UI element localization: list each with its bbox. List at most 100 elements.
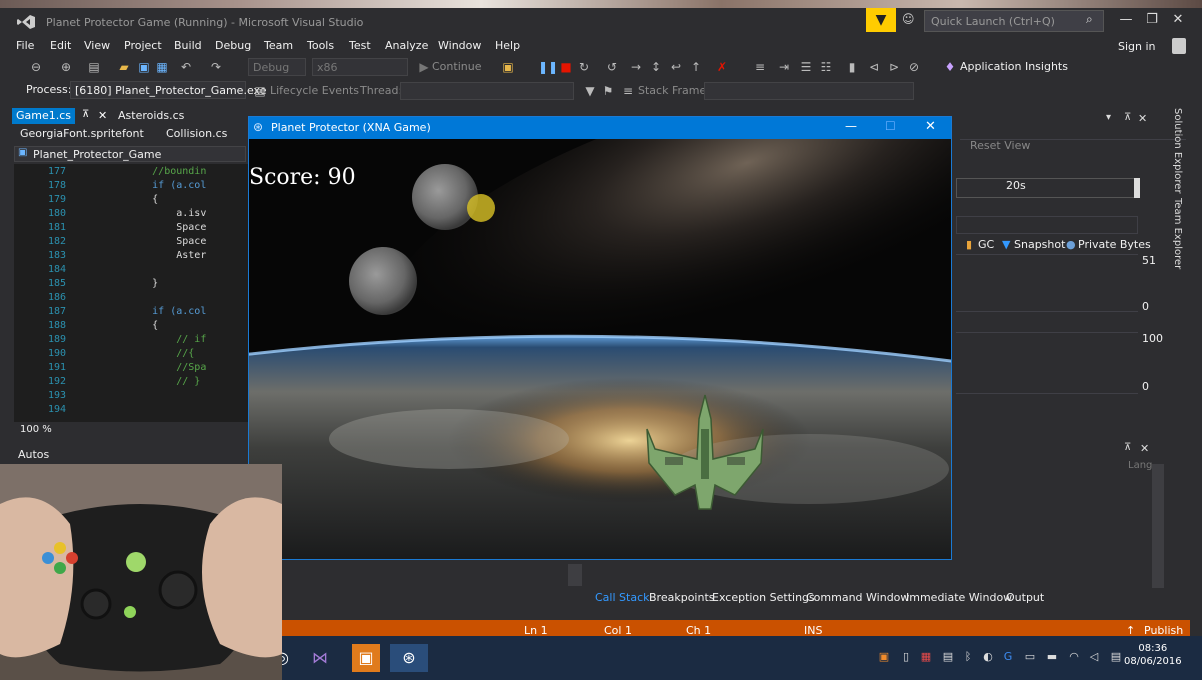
lifecycle-events-dropdown[interactable]: Lifecycle Events [270,84,359,97]
format-icon[interactable]: ≡ [752,59,768,75]
account-icon[interactable] [1172,38,1186,54]
callstack-scrollbar[interactable] [1152,464,1164,588]
process-dropdown[interactable]: [6180] Planet_Protector_Game.exe [70,81,266,99]
menu-team[interactable]: Team [264,39,293,52]
panel-dropdown-icon[interactable]: ▾ [1106,112,1111,123]
tray-network-icon[interactable]: ▤ [940,650,956,666]
pause-icon[interactable]: ❚❚ [538,59,558,75]
menu-edit[interactable]: Edit [50,39,71,52]
solution-platform-dropdown[interactable]: x86 [312,58,408,76]
menu-help[interactable]: Help [495,39,520,52]
menu-build[interactable]: Build [174,39,202,52]
team-explorer-tab[interactable]: Team Explorer [1172,198,1183,269]
menu-view[interactable]: View [84,39,110,52]
redo-icon[interactable]: ↷ [208,59,224,75]
menu-file[interactable]: File [16,39,34,52]
restore-button[interactable]: ❐ [1140,12,1164,30]
continue-button[interactable]: Continue [432,60,481,73]
tray-usb-icon[interactable]: ▯ [898,650,914,666]
save-icon[interactable]: ▣ [136,59,152,75]
project-dropdown[interactable]: Planet_Protector_Game [14,146,246,162]
quick-launch-input[interactable]: Quick Launch (Ctrl+Q) [924,10,1104,32]
feedback-icon[interactable]: ☺ [902,12,920,28]
notification-filter-icon[interactable]: ▼ [866,8,896,32]
tab-breakpoints[interactable]: Breakpoints [649,591,715,604]
tab-command-window[interactable]: Command Window [806,591,909,604]
tab-exception-settings[interactable]: Exception Settings [712,591,815,604]
stack-frame-dropdown[interactable] [704,82,914,100]
tab-georgia-font[interactable]: GeorgiaFont.spritefont [16,126,148,142]
tab-output[interactable]: Output [1006,591,1044,604]
callstack-pin-icon[interactable]: ⊼ [1124,442,1131,453]
menu-debug[interactable]: Debug [215,39,251,52]
prev-bookmark-icon[interactable]: ⊲ [866,59,882,75]
taskbar-game-icon[interactable]: ⊛ [390,644,428,672]
close-button[interactable]: ✕ [1166,12,1190,30]
pin-tab-icon[interactable]: ⊼ [82,109,89,120]
application-insights-button[interactable]: Application Insights [960,60,1068,73]
tab-asteroids[interactable]: Asteroids.cs [114,108,188,124]
exceptions-icon[interactable]: ✗ [714,59,730,75]
zoom-level[interactable]: 100 % [14,424,254,438]
restart-icon[interactable]: ↻ [576,59,592,75]
uncomment-icon[interactable]: ☷ [818,59,834,75]
comment-icon[interactable]: ☰ [798,59,814,75]
tab-call-stack[interactable]: Call Stack [595,591,649,604]
stop-icon[interactable]: ■ [558,59,574,75]
game-minimize-button[interactable]: — [845,119,857,133]
forward-icon[interactable]: ⊕ [58,59,74,75]
next-bookmark-icon[interactable]: ⊳ [886,59,902,75]
step-out-icon[interactable]: ↩ [668,59,684,75]
tray-app-icon[interactable]: ▣ [876,650,892,666]
step-over-icon[interactable]: ↕ [648,59,664,75]
filter-threads-icon[interactable]: ▼ [582,83,598,99]
bookmark-icon[interactable]: ▮ [844,59,860,75]
autos-scrollbar[interactable] [568,564,582,586]
menu-window[interactable]: Window [438,39,481,52]
breakpoint-toolbar-icon[interactable]: ▣ [500,59,516,75]
save-all-icon[interactable]: ▦ [154,59,170,75]
sign-in-link[interactable]: Sign in [1118,40,1156,53]
close-tab-icon[interactable]: ✕ [98,109,107,122]
tray-display-icon[interactable]: ▭ [1022,650,1038,666]
minimize-button[interactable]: — [1114,12,1138,30]
open-folder-icon[interactable]: ▰ [116,59,132,75]
reset-view-button[interactable]: Reset View [970,139,1030,152]
code-editor[interactable]: 177 //boundin 178 if (a.col 179 {180 a.isv… [14,164,254,422]
publish-button[interactable]: Publish [1144,624,1183,636]
panel-pin-icon[interactable]: ⊼ [1124,112,1131,123]
menu-analyze[interactable]: Analyze [385,39,428,52]
callstack-close-icon[interactable]: ✕ [1140,442,1149,455]
taskbar-clock[interactable]: 08:36 08/06/2016 [1124,642,1182,668]
new-project-icon[interactable]: ▤ [86,59,102,75]
taskbar-visual-studio-icon[interactable]: ⋈ [306,644,334,672]
tab-game1[interactable]: Game1.cs [12,108,76,124]
show-next-statement-icon[interactable]: ↺ [604,59,620,75]
tray-battery-icon[interactable]: ▬ [1044,650,1060,666]
game-canvas[interactable]: Score: 90 [249,139,951,559]
back-icon[interactable]: ⊖ [28,59,44,75]
tray-bluetooth-icon[interactable]: ᛒ [960,650,976,666]
indent-icon[interactable]: ⇥ [776,59,792,75]
thread-dropdown[interactable] [400,82,574,100]
flag-icon[interactable]: ⚑ [600,83,616,99]
tray-wifi-icon[interactable]: ◠ [1066,650,1082,666]
clear-bookmarks-icon[interactable]: ⊘ [906,59,922,75]
game-close-button[interactable]: ✕ [925,119,936,134]
tab-collision[interactable]: Collision.cs [162,126,231,142]
timeline-cursor[interactable] [1134,178,1140,198]
panel-close-icon[interactable]: ✕ [1138,112,1147,125]
tab-immediate-window[interactable]: Immediate Window [906,591,1012,604]
game-maximize-button[interactable]: ☐ [885,119,896,133]
tray-device-icon[interactable]: ◐ [980,650,996,666]
tray-monitor-icon[interactable]: ▦ [918,650,934,666]
menu-test[interactable]: Test [349,39,371,52]
tray-volume-icon[interactable]: ◁ [1086,650,1102,666]
tray-sync-icon[interactable]: G [1000,650,1016,666]
taskbar-app-icon[interactable]: ▣ [352,644,380,672]
menu-project[interactable]: Project [124,39,162,52]
step-back-icon[interactable]: ↑ [688,59,704,75]
menu-tools[interactable]: Tools [307,39,334,52]
solution-configuration-dropdown[interactable]: Debug [248,58,306,76]
continue-icon[interactable]: ▶ [416,59,432,75]
